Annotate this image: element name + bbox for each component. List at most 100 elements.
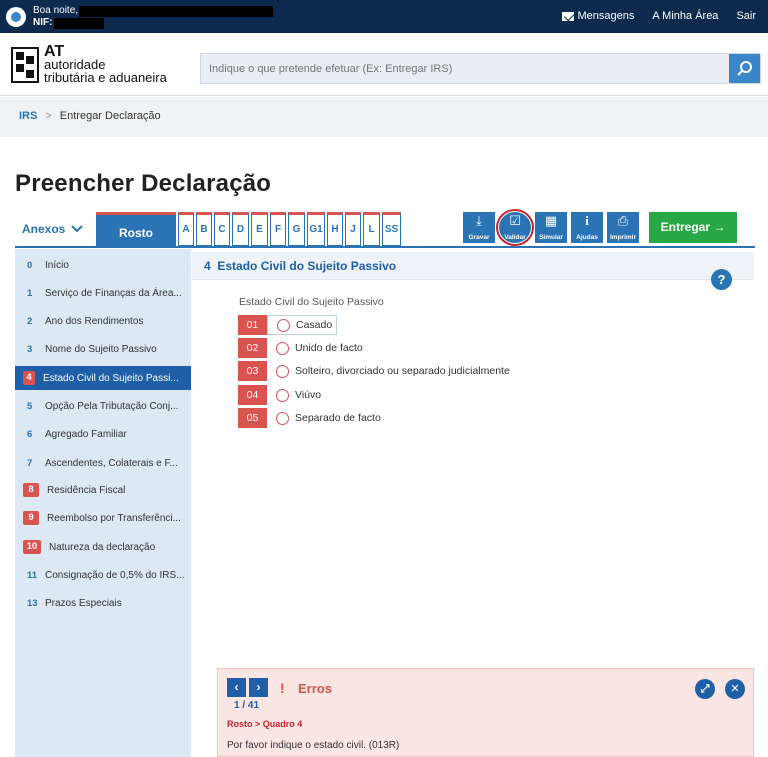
- tab-annex-c[interactable]: C: [214, 212, 230, 246]
- option-label: Casado: [296, 319, 333, 331]
- help-button[interactable]: i Ajudas: [571, 212, 603, 243]
- at-wordmark: AT autoridade tributária e aduaneira: [44, 44, 167, 85]
- save-label: Gravar: [468, 234, 490, 241]
- sidebar-item-3[interactable]: 3 Nome do Sujeito Passivo: [15, 337, 191, 361]
- tab-annex-f[interactable]: F: [270, 212, 286, 246]
- chevron-down-icon: [71, 225, 84, 233]
- sidebar-item-0[interactable]: 0 Início: [15, 253, 191, 277]
- option-unido-de-facto[interactable]: 02 Unido de facto: [238, 338, 538, 358]
- sidebar-label: Agregado Familiar: [45, 428, 127, 440]
- sidebar-label: Prazos Especiais: [45, 597, 122, 609]
- sidebar-num-error: 8: [23, 483, 39, 497]
- print-button[interactable]: ⎙ Imprimir: [607, 212, 639, 243]
- option-code: 04: [238, 385, 267, 405]
- option-focus-box: Casado: [267, 315, 338, 335]
- help-icon[interactable]: ?: [711, 269, 732, 290]
- error-path-link[interactable]: Rosto > Quadro 4: [227, 719, 302, 729]
- tab-rosto[interactable]: Rosto: [96, 212, 176, 246]
- sidebar-label: Início: [45, 259, 69, 271]
- validate-label: Validar: [504, 234, 526, 241]
- errors-title: Erros: [298, 681, 332, 696]
- sidebar-item-4[interactable]: 4 Estado Civil do Sujeito Passi...: [15, 366, 191, 390]
- anexos-dropdown[interactable]: Anexos: [22, 222, 84, 236]
- option-solteiro[interactable]: 03 Solteiro, divorciado ou separado judi…: [238, 361, 538, 381]
- site-header: AT autoridade tributária e aduaneira: [0, 33, 768, 96]
- breadcrumb-separator: >: [45, 110, 52, 122]
- messages-link[interactable]: Mensagens: [561, 10, 635, 22]
- search-button[interactable]: [729, 54, 760, 83]
- tab-annex-e[interactable]: E: [251, 212, 268, 246]
- option-casado[interactable]: 01 Casado: [238, 315, 538, 335]
- option-label: Solteiro, divorciado ou separado judicia…: [295, 365, 510, 377]
- tab-annex-g1[interactable]: G1: [307, 212, 325, 246]
- option-separado-de-facto[interactable]: 05 Separado de facto: [238, 408, 538, 428]
- sidebar-item-9[interactable]: 9 Reembolso por Transferênci...: [15, 506, 191, 530]
- logo-line-3: tributária e aduaneira: [44, 70, 167, 85]
- sidebar-item-10[interactable]: 10 Natureza da declaração: [15, 535, 191, 559]
- download-icon: ⤓: [476, 213, 482, 228]
- tab-annex-b[interactable]: B: [196, 212, 212, 246]
- sidebar-item-2[interactable]: 2 Ano dos Rendimentos: [15, 309, 191, 333]
- submit-button[interactable]: Entregar →: [649, 212, 737, 243]
- page-title: Preencher Declaração: [15, 170, 272, 197]
- option-code: 01: [238, 315, 267, 335]
- sidebar-item-7[interactable]: 7 Ascendentes, Colaterais e F...: [15, 451, 191, 475]
- sidebar-label: Natureza da declaração: [49, 541, 156, 553]
- logout-link[interactable]: Sair: [736, 10, 756, 22]
- search-icon: [737, 61, 752, 76]
- simulate-button[interactable]: ▦ Simular: [535, 212, 567, 243]
- radio-button[interactable]: [277, 318, 290, 332]
- at-shield-logo-icon: [11, 47, 39, 83]
- previous-error-button[interactable]: ‹: [227, 678, 246, 697]
- sidebar-num: 0: [27, 259, 33, 271]
- close-icon[interactable]: ✕: [725, 679, 745, 699]
- radio-button[interactable]: [276, 364, 289, 378]
- option-label: Viúvo: [295, 389, 322, 401]
- sidebar-num-error: 9: [23, 511, 39, 525]
- option-viuvo[interactable]: 04 Viúvo: [238, 385, 538, 405]
- expand-icon[interactable]: ⤢: [695, 679, 715, 699]
- tab-annex-h[interactable]: H: [327, 212, 343, 246]
- tab-annex-g[interactable]: G: [288, 212, 305, 246]
- radio-button[interactable]: [276, 388, 289, 402]
- tab-annex-j[interactable]: J: [345, 212, 361, 246]
- sidebar-item-1[interactable]: 1 Serviço de Finanças da Área...: [15, 281, 191, 305]
- tab-annex-a[interactable]: A: [178, 212, 194, 246]
- option-code: 05: [238, 408, 267, 428]
- sidebar-item-11[interactable]: 11 Consignação de 0,5% do IRS...: [15, 563, 191, 587]
- error-counter: 1 / 41: [234, 700, 260, 711]
- sidebar-num-error: 10: [23, 540, 41, 554]
- search-input[interactable]: [201, 54, 721, 83]
- option-label: Separado de facto: [295, 412, 381, 424]
- simulate-label: Simular: [539, 234, 563, 241]
- option-code: 02: [238, 338, 267, 358]
- save-button[interactable]: ⤓ Gravar: [463, 212, 495, 243]
- mail-icon: [561, 11, 574, 21]
- redacted-name: [79, 6, 273, 17]
- radio-button[interactable]: [276, 411, 289, 425]
- breadcrumb-bar: IRS > Entregar Declaração: [0, 97, 768, 137]
- sidebar-label: Serviço de Finanças da Área...: [45, 287, 182, 299]
- next-error-button[interactable]: ›: [249, 678, 268, 697]
- validate-button[interactable]: ☑ Validar: [496, 209, 534, 246]
- radio-button[interactable]: [276, 341, 289, 355]
- section-number: 4: [204, 259, 211, 273]
- sidebar-label: Consignação de 0,5% do IRS...: [45, 569, 185, 581]
- print-label: Imprimir: [609, 234, 636, 241]
- sidebar-item-6[interactable]: 6 Agregado Familiar: [15, 422, 191, 446]
- sidebar-label: Ano dos Rendimentos: [45, 315, 144, 327]
- section-header: 4 Estado Civil do Sujeito Passivo: [192, 252, 754, 280]
- messages-label: Mensagens: [577, 10, 635, 22]
- sidebar-item-8[interactable]: 8 Residência Fiscal: [15, 478, 191, 502]
- my-area-link[interactable]: A Minha Área: [652, 10, 718, 22]
- breadcrumb-irs[interactable]: IRS: [19, 110, 37, 122]
- tab-annex-l[interactable]: L: [363, 212, 380, 246]
- error-message: Por favor indique o estado civil. (013R): [227, 740, 400, 751]
- sidebar-item-13[interactable]: 13 Prazos Especiais: [15, 591, 191, 615]
- breadcrumb: IRS > Entregar Declaração: [19, 110, 161, 122]
- arrow-right-icon: →: [713, 220, 726, 234]
- tab-annex-d[interactable]: D: [232, 212, 249, 246]
- help-label: Ajudas: [576, 234, 598, 241]
- sidebar-item-5[interactable]: 5 Opção Pela Tributação Conj...: [15, 394, 191, 418]
- tab-annex-ss[interactable]: SS: [382, 212, 401, 246]
